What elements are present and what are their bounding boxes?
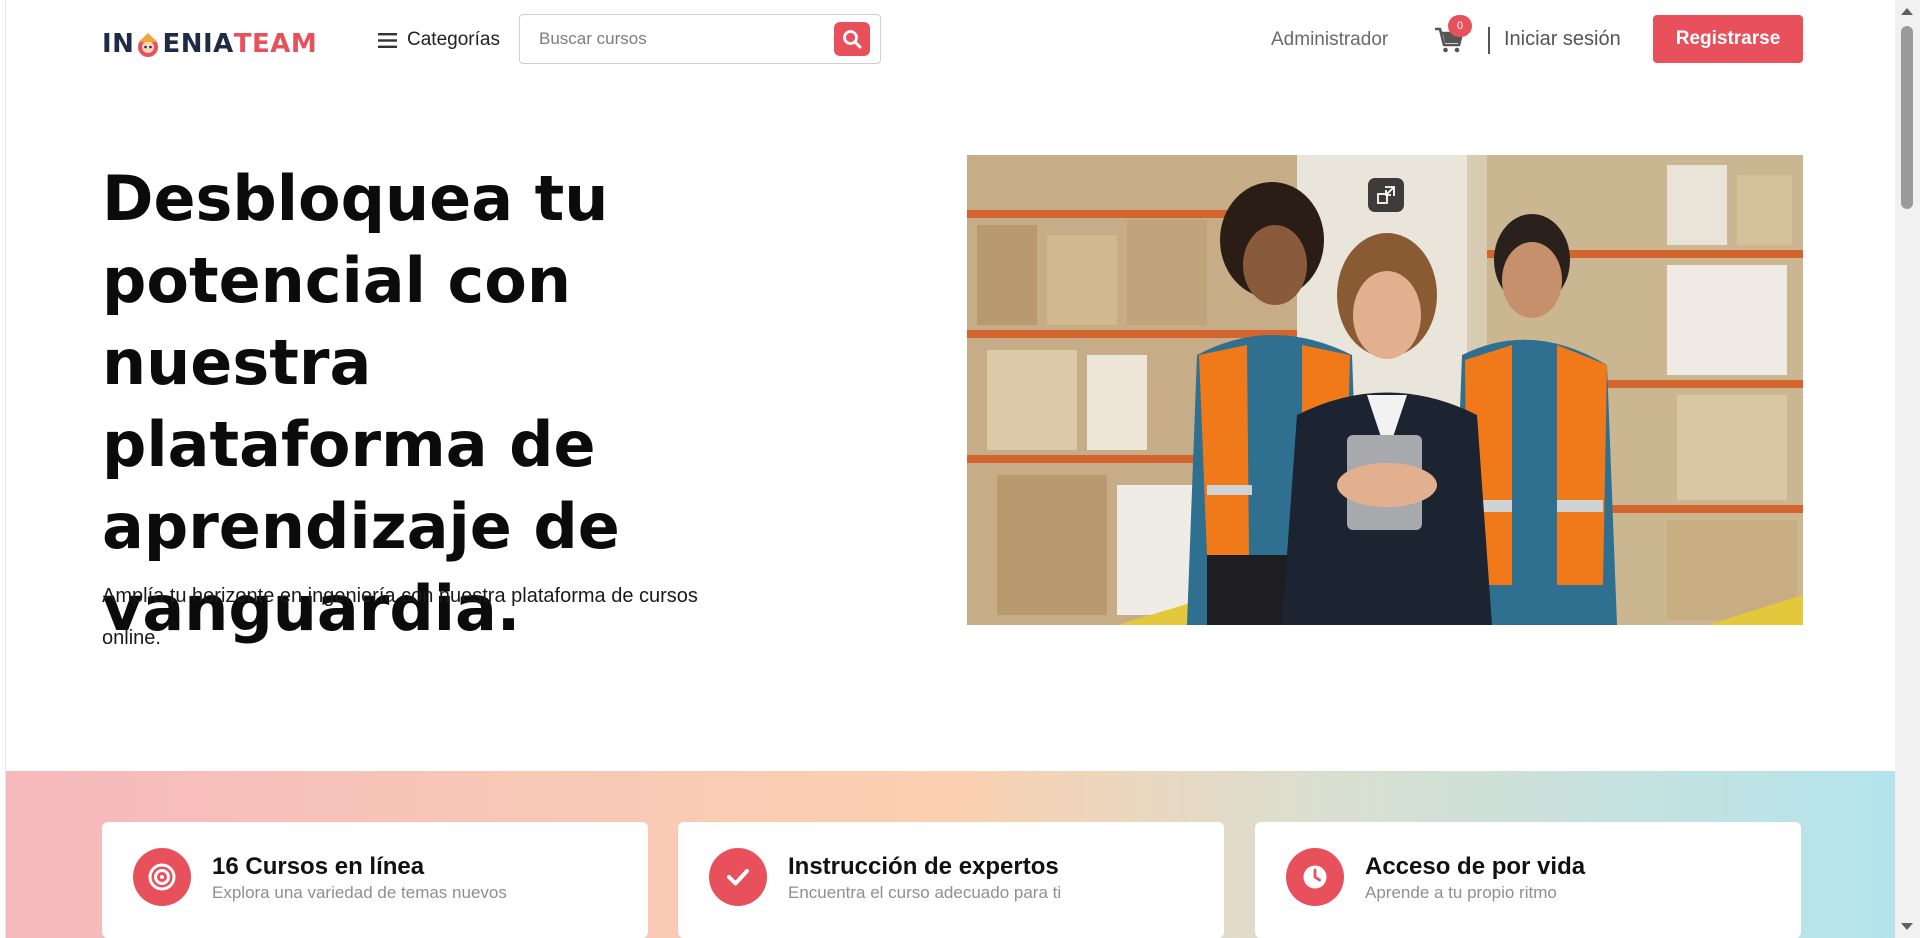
target-icon <box>133 848 191 906</box>
categories-menu-button[interactable]: Categorías <box>378 22 500 58</box>
register-button[interactable]: Registrarse <box>1653 15 1803 63</box>
logo-text-part3: TEAM <box>233 29 318 59</box>
page-scrollbar[interactable] <box>1895 0 1920 938</box>
feature-title: Instrucción de expertos <box>788 853 1059 880</box>
hero-subtitle: Amplía tu horizonte en ingeniería con nu… <box>102 585 698 649</box>
feature-card-courses: 16 Cursos en línea Explora una variedad … <box>102 822 648 938</box>
search-box <box>519 14 881 64</box>
hero-image <box>967 155 1803 625</box>
search-button[interactable] <box>834 22 870 56</box>
top-navbar: IN ENIA TEAM Categorías Buscar cursos Ad… <box>6 0 1895 78</box>
feature-title: 16 Cursos en línea <box>212 853 425 880</box>
login-link[interactable]: Iniciar sesión <box>1504 28 1621 51</box>
feature-card-lifetime: Acceso de por vida Aprende a tu propio r… <box>1255 822 1801 938</box>
scroll-up-arrow-icon[interactable] <box>1901 8 1913 15</box>
feature-title: Acceso de por vida <box>1365 853 1586 880</box>
logo-mascot-icon <box>138 33 159 57</box>
scroll-down-arrow-icon[interactable] <box>1901 923 1913 930</box>
hamburger-menu-icon <box>378 32 397 48</box>
categories-label: Categorías <box>407 29 500 50</box>
site-logo[interactable]: IN ENIA TEAM <box>102 24 317 64</box>
logo-text-part1: IN <box>102 29 135 59</box>
clock-icon <box>1286 848 1344 906</box>
logo-text-part2: ENIA <box>162 29 234 59</box>
page: IN ENIA TEAM Categorías Buscar cursos Ad… <box>5 0 1895 938</box>
cart-count-badge: 0 <box>1448 15 1472 37</box>
header-divider <box>1488 27 1490 54</box>
feature-description: Encuentra el curso adecuado para ti <box>788 883 1062 902</box>
image-expand-button[interactable] <box>1368 178 1404 212</box>
admin-link[interactable]: Administrador <box>1271 29 1388 51</box>
scrollbar-thumb[interactable] <box>1901 26 1913 209</box>
expand-icon <box>1377 186 1395 204</box>
feature-card-experts: Instrucción de expertos Encuentra el cur… <box>678 822 1224 938</box>
search-icon <box>843 30 862 49</box>
search-input[interactable] <box>520 15 820 63</box>
check-icon <box>709 848 767 906</box>
feature-description: Explora una variedad de temas nuevos <box>212 883 507 902</box>
feature-description: Aprende a tu propio ritmo <box>1365 883 1557 902</box>
